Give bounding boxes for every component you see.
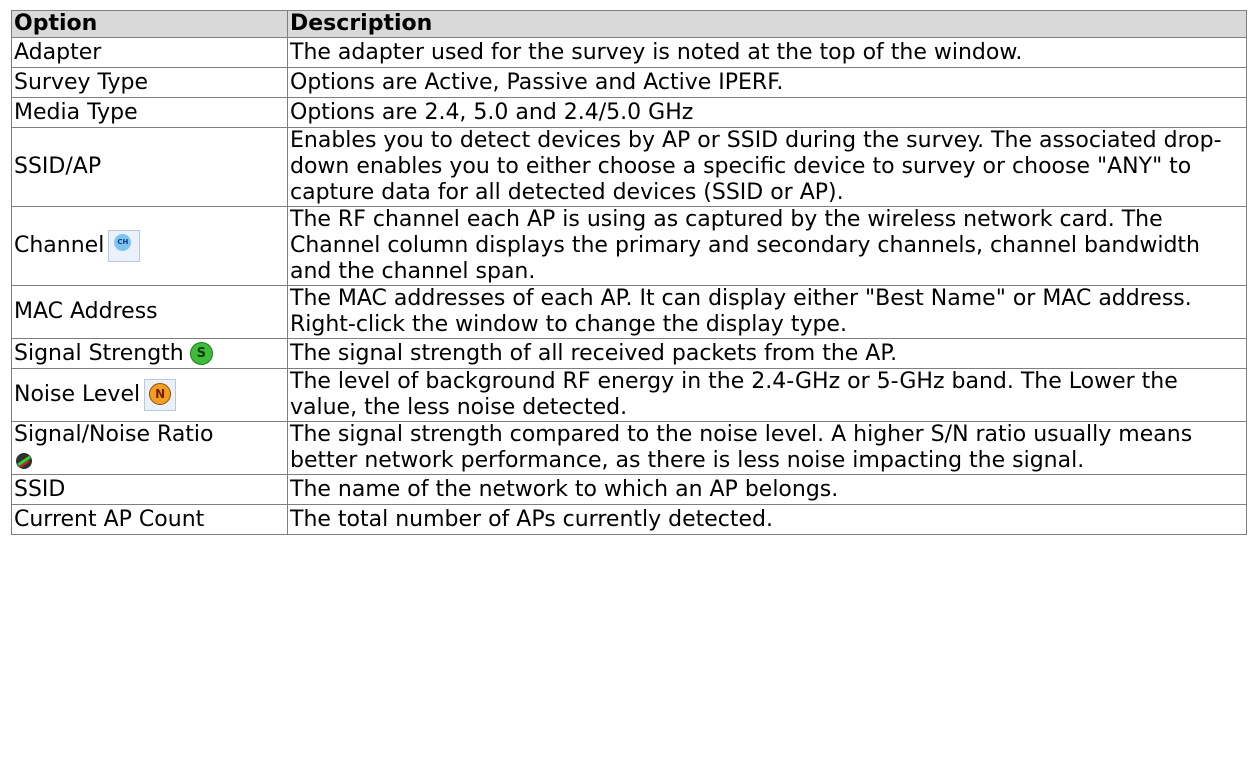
option-cell: Noise Level N	[11, 368, 288, 422]
option-cell: Current AP Count	[11, 504, 288, 535]
table-row: Signal Strength S The signal strength of …	[11, 338, 1247, 369]
table-row: Signal/Noise Ratio The signal strength c…	[11, 421, 1247, 475]
option-label: Channel	[14, 233, 105, 258]
table-row: Channel CH The RF channel each AP is usin…	[11, 206, 1247, 286]
options-table: Option Description Adapter The adapter u…	[11, 10, 1247, 535]
description-cell: The name of the network to which an AP b…	[287, 474, 1247, 505]
table-row: Adapter The adapter used for the survey …	[11, 37, 1247, 68]
table-row: MAC Address The MAC addresses of each AP…	[11, 285, 1247, 339]
table-row: SSID/AP Enables you to detect devices by…	[11, 127, 1247, 207]
option-cell: Media Type	[11, 97, 288, 128]
channel-icon: CH	[108, 230, 141, 262]
option-column-header: Option	[11, 10, 288, 38]
description-cell: The signal strength compared to the nois…	[287, 421, 1247, 475]
option-cell: Survey Type	[11, 67, 288, 98]
description-cell: Enables you to detect devices by AP or S…	[287, 127, 1247, 207]
description-cell: The RF channel each AP is using as captu…	[287, 206, 1247, 286]
description-cell: The level of background RF energy in the…	[287, 368, 1247, 422]
description-cell: Options are Active, Passive and Active I…	[287, 67, 1247, 98]
table-header-row: Option Description	[11, 10, 1247, 38]
signal-strength-icon: S	[189, 342, 213, 365]
option-cell: SSID	[11, 474, 288, 505]
option-cell: Channel CH	[11, 206, 288, 286]
option-cell: Signal Strength S	[11, 338, 288, 369]
description-cell: The signal strength of all received pack…	[287, 338, 1247, 369]
table-row: Current AP Count The total number of APs…	[11, 504, 1247, 535]
description-cell: The MAC addresses of each AP. It can dis…	[287, 285, 1247, 339]
table-row: Noise Level N The level of background RF …	[11, 368, 1247, 422]
channel-icon-glyph: CH	[114, 234, 132, 251]
description-column-header: Description	[287, 10, 1247, 38]
option-label: Signal Strength	[14, 340, 184, 366]
table-row: Media Type Options are 2.4, 5.0 and 2.4/…	[11, 97, 1247, 128]
table-row: Survey Type Options are Active, Passive …	[11, 67, 1247, 98]
option-cell: MAC Address	[11, 285, 288, 339]
table-row: SSID The name of the network to which an…	[11, 474, 1247, 505]
description-cell: Options are 2.4, 5.0 and 2.4/5.0 GHz	[287, 97, 1247, 128]
signal-noise-ratio-icon	[16, 453, 32, 469]
description-cell: The total number of APs currently detect…	[287, 504, 1247, 535]
description-cell: The adapter used for the survey is noted…	[287, 37, 1247, 68]
option-label: Signal/Noise Ratio	[14, 422, 214, 448]
option-label: Noise Level	[14, 382, 141, 407]
option-cell: SSID/AP	[11, 127, 288, 207]
noise-level-icon: N	[144, 379, 177, 411]
option-cell: Signal/Noise Ratio	[11, 421, 288, 475]
noise-level-icon-glyph: N	[149, 383, 172, 405]
option-cell: Adapter	[11, 37, 288, 68]
